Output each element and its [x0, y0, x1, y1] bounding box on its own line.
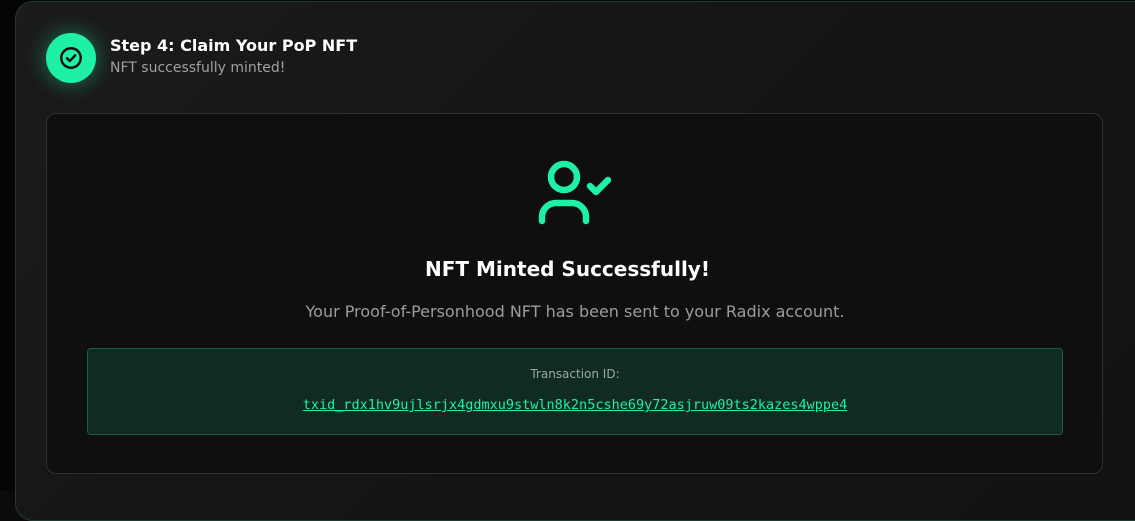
transaction-label: Transaction ID: [530, 367, 620, 381]
step-title: Step 4: Claim Your PoP NFT [110, 36, 358, 55]
success-title: NFT Minted Successfully! [425, 257, 710, 281]
check-circle-icon [46, 33, 96, 83]
page-background: Step 4: Claim Your PoP NFT NFT successfu… [0, 0, 1135, 521]
success-description: Your Proof-of-Personhood NFT has been se… [305, 302, 845, 321]
transaction-id-link[interactable]: txid_rdx1hv9ujlsrjx4gdmxu9stwln8k2n5cshe… [88, 397, 1062, 413]
step-subtitle: NFT successfully minted! [110, 60, 286, 76]
transaction-box: Transaction ID: txid_rdx1hv9ujlsrjx4gdmx… [87, 348, 1063, 435]
user-check-icon [537, 158, 613, 228]
